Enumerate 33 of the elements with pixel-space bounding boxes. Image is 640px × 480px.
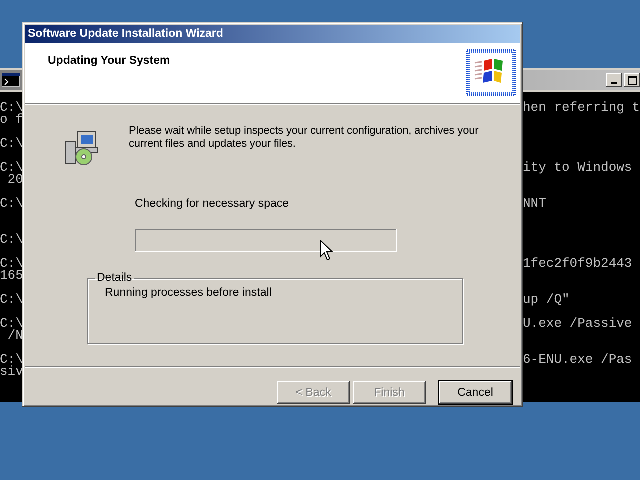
minimize-button[interactable] [606,73,622,87]
console-text: C:\ [0,138,24,150]
console-text: 6-ENU.exe /Pas [523,354,632,366]
description-text: Please wait while setup inspects your current configuration, archives your current files and updates your files. [129,125,479,151]
cancel-button[interactable]: Cancel [439,381,512,404]
windows-flag-icon [466,49,516,96]
setup-computer-icon [64,130,100,166]
window-title: Software Update Installation Wizard [25,25,520,43]
console-text: 1fec2f0f9b2443 [523,258,632,270]
console-text: up /Q" [523,294,570,306]
console-text: NNT [523,198,546,210]
console-text: o f [0,114,24,126]
console-text: C:\ [0,318,24,330]
page-heading: Updating Your System [48,55,170,67]
console-text: C:\ [0,162,24,174]
console-text: C:\ [0,198,24,210]
mouse-pointer-icon [320,240,333,261]
console-text: C:\ [0,258,24,270]
console-text: C:\ [0,294,24,306]
details-text: Running processes before install [105,287,273,299]
console-text: U.exe /Passive [523,318,632,330]
console-text: C:\ [0,354,24,366]
console-text: 165 [0,270,24,282]
console-text: ity to Windows [523,162,632,174]
status-text: Checking for necessary space [135,198,290,210]
console-icon [2,73,20,87]
maximize-icon [628,76,636,84]
console-text: C:\ [0,102,24,114]
console-text: C:\ [0,234,24,246]
console-text: hen referring t [523,102,640,114]
maximize-button[interactable] [624,73,640,87]
console-text: siv [0,366,24,378]
group-label: Details [96,272,134,284]
